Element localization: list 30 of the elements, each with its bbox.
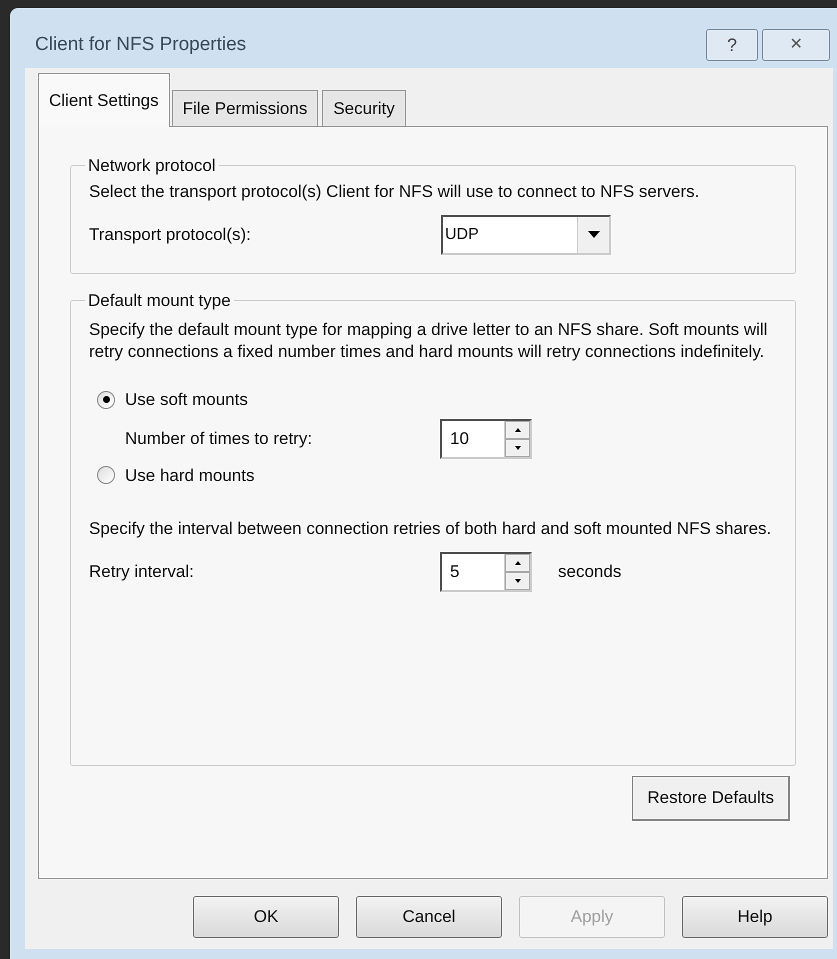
group-legend: Network protocol (85, 153, 219, 178)
dialog-button[interactable]: OK (193, 896, 339, 938)
unit-label: seconds (558, 561, 622, 584)
radio-button[interactable] (97, 390, 115, 409)
spin-up-icon[interactable] (505, 554, 530, 572)
tab[interactable]: Client Settings (38, 73, 170, 127)
radio-label: Use soft mounts (125, 389, 248, 411)
radio-button[interactable] (97, 466, 115, 484)
window-title: Client for NFS Properties (35, 32, 246, 57)
retry-count-spinner[interactable]: 10 (440, 418, 532, 458)
spin-down-icon[interactable] (505, 438, 530, 456)
field-label: Transport protocol(s): (89, 224, 252, 246)
help-button[interactable]: ? (706, 29, 758, 61)
radio-label: Use hard mounts (125, 464, 254, 486)
spin-up-icon[interactable] (505, 420, 530, 438)
spin-down-icon[interactable] (505, 572, 530, 590)
interval-description-text: Specify the interval between connection retries of both hard and soft mounted NFS shares. (89, 518, 772, 540)
description-text: Specify the default mount type for mapping a drive letter to an NFS share. Soft mounts will retry connections a fixed number times and hard mounts will retry connections indefinitely. (89, 319, 768, 363)
field-label: Number of times to retry: (125, 428, 314, 450)
field-label: Retry interval: (89, 561, 195, 584)
close-button[interactable]: ✕ (762, 29, 830, 61)
dialog-button[interactable]: Cancel (356, 896, 502, 938)
transport-dropdown[interactable]: UDP (441, 214, 611, 254)
retry-interval-spinner[interactable]: 5 (440, 552, 532, 592)
tab[interactable]: Security (322, 90, 406, 126)
group-legend: Default mount type (85, 288, 234, 313)
description-text: Select the transport protocol(s) Client for NFS will use to connect to NFS servers. (89, 180, 700, 202)
tab[interactable]: File Permissions (172, 90, 318, 126)
restore-defaults-button[interactable]: Restore Defaults (632, 776, 790, 820)
dialog-button[interactable]: Help (682, 896, 828, 938)
